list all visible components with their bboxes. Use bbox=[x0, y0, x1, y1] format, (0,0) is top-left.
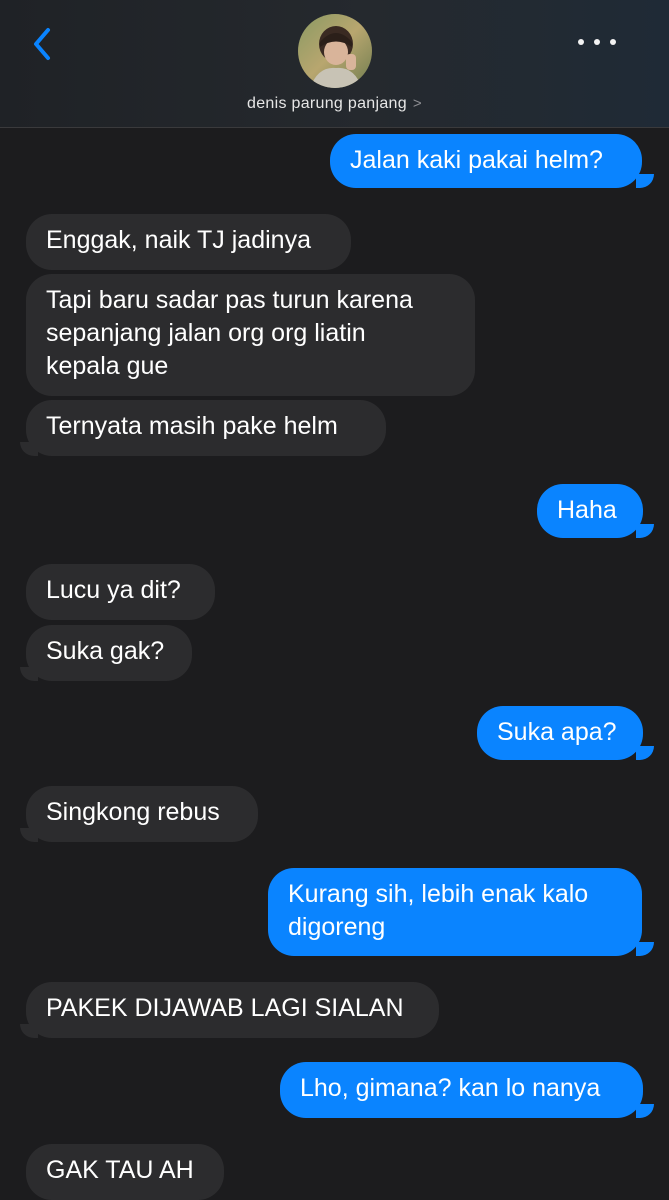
message-text: Lucu ya dit? bbox=[46, 576, 181, 604]
contact-avatar[interactable] bbox=[298, 14, 372, 88]
chevron-right-icon: > bbox=[412, 95, 422, 112]
message-text: Suka gak? bbox=[46, 637, 165, 665]
message-text: Haha bbox=[557, 496, 617, 524]
message-text: Ternyata masih pake helm bbox=[46, 412, 338, 440]
bubble-tail bbox=[20, 667, 38, 681]
message-bubble-incoming[interactable]: Tapi baru sadar pas turun karena sepanja… bbox=[26, 274, 475, 396]
message-bubble-incoming[interactable]: Lucu ya dit? bbox=[26, 564, 215, 620]
message-bubble-outgoing[interactable]: Kurang sih, lebih enak kalo digoreng bbox=[268, 868, 642, 956]
message-bubble-outgoing[interactable]: Haha bbox=[537, 484, 643, 538]
ellipsis-dot bbox=[610, 39, 616, 45]
message-bubble-outgoing[interactable]: Suka apa? bbox=[477, 706, 643, 760]
message-bubble-incoming[interactable]: Suka gak? bbox=[26, 625, 192, 681]
bubble-tail bbox=[636, 524, 654, 538]
chevron-left-icon bbox=[34, 28, 50, 60]
message-bubble-incoming[interactable]: PAKEK DIJAWAB LAGI SIALAN bbox=[26, 982, 439, 1038]
message-text: Singkong rebus bbox=[46, 798, 220, 826]
bubble-tail bbox=[636, 746, 654, 760]
message-bubble-incoming[interactable]: GAK TAU AH bbox=[26, 1144, 224, 1200]
message-text: Suka apa? bbox=[497, 718, 617, 746]
message-text-line: Kurang sih, lebih enak kalo bbox=[288, 880, 589, 908]
conversation-header: denis parung panjang > bbox=[0, 0, 669, 128]
message-text-line: Tapi baru sadar pas turun karena bbox=[46, 286, 413, 314]
bubble-tail bbox=[636, 174, 654, 188]
message-bubble-outgoing[interactable]: Jalan kaki pakai helm? bbox=[330, 134, 642, 188]
ellipsis-icon bbox=[578, 39, 584, 45]
ellipsis-dot bbox=[594, 39, 600, 45]
message-bubble-outgoing[interactable]: Lho, gimana? kan lo nanya bbox=[280, 1062, 643, 1118]
bubble-tail bbox=[20, 1024, 38, 1038]
bubble-tail bbox=[636, 1104, 654, 1118]
bubble-tail bbox=[20, 828, 38, 842]
contact-name-button[interactable]: denis parung panjang > bbox=[0, 95, 669, 113]
message-text-line: sepanjang jalan org org liatin bbox=[46, 319, 366, 347]
back-button[interactable] bbox=[28, 26, 60, 66]
message-text: Enggak, naik TJ jadinya bbox=[46, 226, 311, 254]
more-options-button[interactable] bbox=[574, 28, 620, 58]
message-list: Jalan kaki pakai helm? Enggak, naik TJ j… bbox=[0, 128, 669, 1200]
bubble-tail bbox=[636, 942, 654, 956]
message-text: Jalan kaki pakai helm? bbox=[350, 146, 603, 174]
message-bubble-incoming[interactable]: Enggak, naik TJ jadinya bbox=[26, 214, 351, 270]
bubble-tail bbox=[20, 442, 38, 456]
message-bubble-incoming[interactable]: Singkong rebus bbox=[26, 786, 258, 842]
contact-name: denis parung panjang bbox=[247, 95, 407, 112]
message-text-line: kepala gue bbox=[46, 352, 169, 380]
message-text: GAK TAU AH bbox=[46, 1156, 194, 1184]
message-text: PAKEK DIJAWAB LAGI SIALAN bbox=[46, 994, 404, 1022]
message-text-line: digoreng bbox=[288, 913, 386, 941]
message-bubble-incoming[interactable]: Ternyata masih pake helm bbox=[26, 400, 386, 456]
message-text: Lho, gimana? kan lo nanya bbox=[300, 1074, 601, 1102]
avatar-photo bbox=[298, 14, 372, 88]
